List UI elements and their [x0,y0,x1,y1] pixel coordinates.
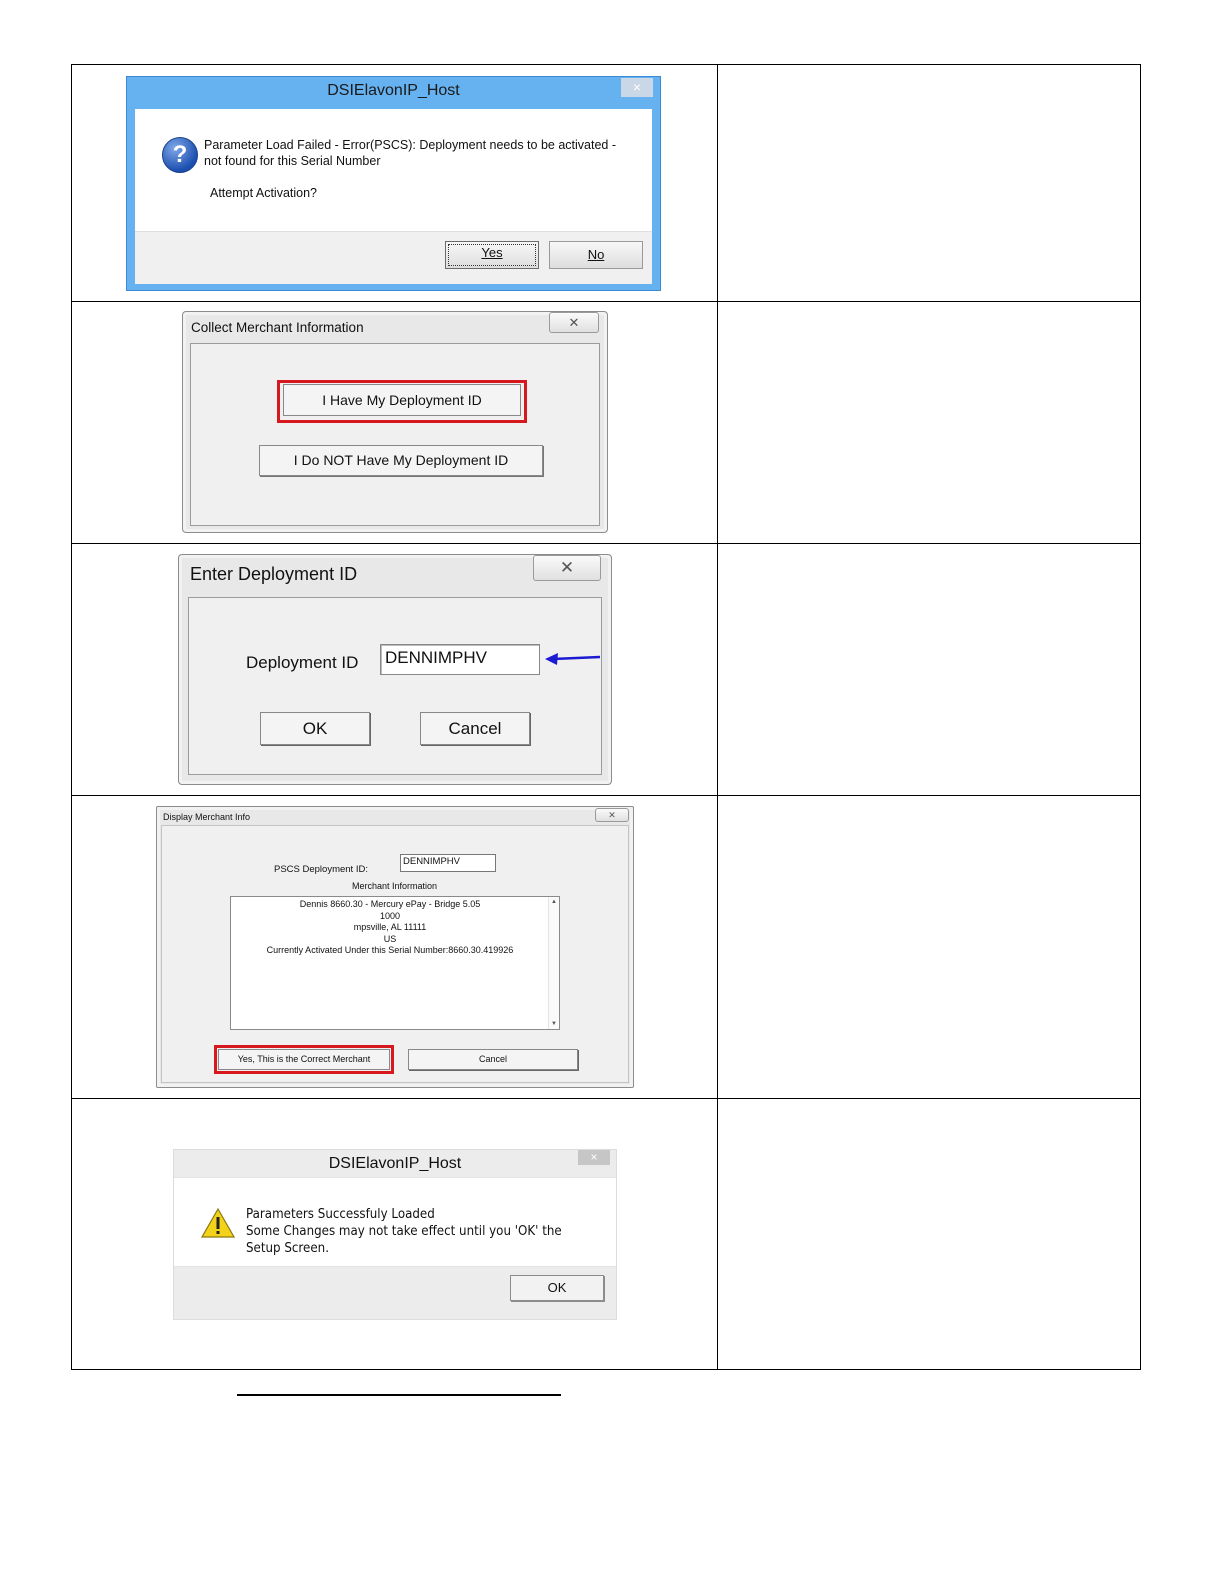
scrollbar[interactable]: ▲ ▼ [548,897,559,1029]
close-icon[interactable]: ✕ [533,555,601,581]
table-row: Enter Deployment ID ✕ Deployment ID DENN… [72,544,1140,796]
activation-dialog: DSIElavonIP_Host × ? Parameter Load Fail… [126,76,661,291]
dialog-body: Parameters Successfuly Loaded Some Chang… [174,1177,616,1267]
cancel-button[interactable]: Cancel [420,712,530,745]
dialog-body: Deployment ID DENNIMPHV OK Cancel [188,597,602,775]
message-line: Some Changes may not take effect until y… [246,1223,562,1256]
enter-deployment-dialog: Enter Deployment ID ✕ Deployment ID DENN… [178,554,612,785]
have-deployment-id-button[interactable]: I Have My Deployment ID [283,384,521,416]
scroll-down-icon[interactable]: ▼ [549,1019,559,1029]
ok-button[interactable]: OK [510,1275,604,1301]
dialog-body: PSCS Deployment ID: DENNIMPHV Merchant I… [161,825,629,1083]
notes-cell [718,1099,1140,1369]
message-line: Parameters Successfuly Loaded [246,1206,435,1222]
merchant-line: US [383,933,397,944]
merchant-info-text[interactable]: Dennis 8660.30 - Mercury ePay - Bridge 5… [230,896,560,1030]
dialog-title: Collect Merchant Information [191,320,364,335]
correct-merchant-button[interactable]: Yes, This is the Correct Merchant [218,1049,390,1070]
collect-merchant-dialog: Collect Merchant Information ✕ I Have My… [182,311,608,533]
merchant-line: Currently Activated Under this Serial Nu… [266,945,514,955]
merchant-line: 1000 [379,910,401,921]
close-icon[interactable]: × [621,78,653,97]
pscs-deployment-label: PSCS Deployment ID: [274,864,368,875]
close-icon[interactable]: × [578,1150,610,1165]
cancel-button[interactable]: Cancel [408,1049,578,1070]
dialog-body: ? Parameter Load Failed - Error(PSCS): D… [135,109,652,231]
merchant-line: Dennis 8660.30 - Mercury ePay - Bridge 5… [299,899,481,909]
table-row: Collect Merchant Information ✕ I Have My… [72,302,1140,544]
activation-question: Attempt Activation? [210,186,318,200]
no-deployment-id-button[interactable]: I Do NOT Have My Deployment ID [259,445,543,476]
notes-cell [718,796,1140,1098]
notes-cell [718,302,1140,543]
no-button[interactable]: No [549,241,643,269]
pscs-deployment-field[interactable]: DENNIMPHV [400,854,496,872]
dialog-title: Enter Deployment ID [190,564,358,584]
dialog-footer: Yes No [135,231,652,284]
merchant-info-dialog: Display Merchant Info ✕ PSCS Deployment … [156,806,634,1088]
merchant-info-label: Merchant Information [352,881,438,891]
merchant-line: mpsville, AL 11111 [353,922,427,932]
success-message: Parameters Successfuly Loaded Some Chang… [246,1206,563,1257]
dialog-body: I Have My Deployment ID I Do NOT Have My… [190,343,600,526]
deployment-id-label: Deployment ID [246,653,359,672]
close-icon[interactable]: ✕ [595,808,629,822]
notes-cell [718,65,1140,301]
question-icon: ? [162,137,198,173]
dialog-title: DSIElavonIP_Host [328,1155,462,1172]
warning-icon [201,1208,235,1238]
table-row: DSIElavonIP_Host × Parameters Successful… [72,1099,1140,1369]
document-table: DSIElavonIP_Host × ? Parameter Load Fail… [71,64,1141,1370]
dialog-title: DSIElavonIP_Host [327,82,460,99]
arrow-icon [545,653,601,665]
yes-button[interactable]: Yes [445,241,539,269]
scroll-up-icon[interactable]: ▲ [549,897,559,907]
ok-button[interactable]: OK [260,712,370,745]
success-dialog: DSIElavonIP_Host × Parameters Successful… [173,1149,617,1320]
footnote-rule [237,1394,561,1396]
error-message: Parameter Load Failed - Error(PSCS): Dep… [204,138,616,168]
no-label: No [587,247,605,262]
deployment-id-input[interactable]: DENNIMPHV [380,644,540,675]
close-icon[interactable]: ✕ [549,312,599,333]
notes-cell [718,544,1140,795]
table-row: Display Merchant Info ✕ PSCS Deployment … [72,796,1140,1099]
dialog-title: Display Merchant Info [163,812,251,822]
table-row: DSIElavonIP_Host × ? Parameter Load Fail… [72,65,1140,302]
yes-label: Yes [481,245,503,260]
